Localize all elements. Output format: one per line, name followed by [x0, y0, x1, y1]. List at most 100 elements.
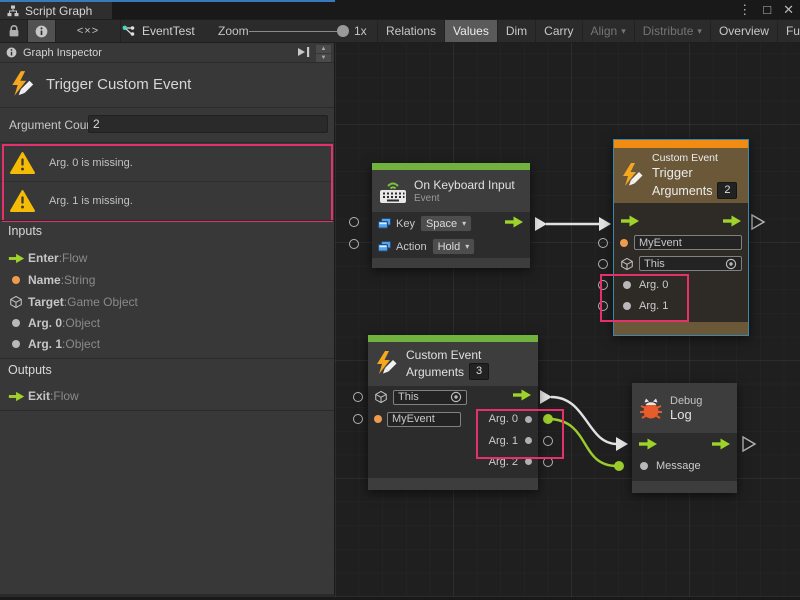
zoom-slider-track[interactable]	[249, 31, 339, 32]
distribute-dropdown[interactable]: Distribute▾	[635, 20, 711, 42]
object-port-icon[interactable]	[623, 281, 631, 289]
object-port-icon[interactable]	[525, 458, 532, 465]
graph-inspector-panel: Graph Inspector ▲ ▼ Trigger Custom Event…	[0, 43, 335, 597]
keyboard-icon	[378, 178, 408, 204]
object-port-icon[interactable]	[525, 416, 532, 423]
custom-event-icon	[9, 70, 37, 100]
zoom-label: Zoom	[218, 20, 249, 42]
graph-breadcrumb[interactable]: EventTest	[122, 20, 195, 42]
object-port-icon[interactable]	[525, 437, 532, 444]
action-dropdown[interactable]: Hold▾	[432, 238, 476, 255]
flow-output-triangle[interactable]	[743, 437, 755, 451]
port-circle[interactable]	[598, 301, 608, 311]
flow-output-arrow[interactable]	[722, 215, 742, 227]
gameobject-port-icon[interactable]	[620, 257, 634, 271]
fullscreen-button[interactable]: Full Screen	[778, 20, 800, 42]
port-circle[interactable]	[598, 238, 608, 248]
toolbar-left-group: <×>	[0, 20, 121, 42]
lock-button[interactable]	[0, 20, 28, 42]
node-category: Custom Event	[406, 348, 489, 362]
window-controls: ⋮ □ ✕	[738, 1, 794, 18]
io-row-arg1: Arg. 1 : Object	[0, 334, 334, 354]
wire-arg0-to-message	[543, 414, 624, 471]
argument-count-label: Argument Count	[9, 118, 96, 132]
carry-button[interactable]: Carry	[536, 20, 582, 42]
key-label: Key	[396, 218, 415, 230]
node-title: Trigger	[652, 165, 737, 180]
flow-output-arrow[interactable]	[711, 438, 731, 450]
port-circle[interactable]	[349, 239, 359, 249]
node-footer	[372, 258, 530, 268]
event-name-field[interactable]: MyEvent	[387, 412, 461, 427]
bug-icon	[638, 396, 664, 420]
event-name-field[interactable]: MyEvent	[634, 235, 742, 250]
port-circle[interactable]	[598, 259, 608, 269]
inspector-header: Graph Inspector ▲ ▼	[0, 43, 334, 63]
flow-input-arrow[interactable]	[638, 438, 658, 450]
custom-event-icon	[374, 350, 400, 378]
port-circle[interactable]	[543, 436, 553, 446]
relations-button[interactable]: Relations	[378, 20, 445, 42]
graph-asset-icon	[122, 25, 136, 37]
tab-label: Script Graph	[25, 4, 92, 18]
tab-script-graph[interactable]: Script Graph	[0, 2, 112, 19]
selected-color-bar	[614, 140, 748, 148]
align-dropdown[interactable]: Align▾	[583, 20, 635, 42]
flow-input-arrow[interactable]	[620, 215, 640, 227]
target-field[interactable]: This	[639, 256, 742, 271]
node-custom-event[interactable]: Custom Event Arguments 3 This MyEvent	[368, 335, 538, 490]
io-row-exit: Exit : Flow	[0, 386, 334, 406]
zoom-slider-handle[interactable]	[337, 25, 349, 37]
inspector-toggle-button[interactable]	[28, 20, 56, 42]
arguments-count-box[interactable]: 3	[469, 363, 489, 380]
wire-keyboard-to-trigger	[535, 217, 611, 231]
outputs-heading: Outputs	[8, 363, 52, 377]
gameobject-port-icon	[9, 295, 23, 309]
values-button[interactable]: Values	[445, 20, 498, 42]
node-title: On Keyboard Input	[414, 178, 515, 192]
port-circle[interactable]	[353, 414, 363, 424]
node-footer	[368, 478, 538, 490]
warning-row: Arg. 0 is missing.	[0, 145, 334, 182]
object-picker-icon[interactable]	[725, 258, 737, 270]
node-on-keyboard-input[interactable]: On Keyboard Input Event Key Space▾	[372, 163, 530, 268]
port-circle[interactable]	[543, 457, 553, 467]
key-dropdown[interactable]: Space▾	[420, 215, 472, 232]
inspectable-icon	[378, 241, 391, 252]
preview-code-button[interactable]: <×>	[56, 20, 121, 42]
spinner-up-button[interactable]: ▲	[316, 45, 331, 53]
maximize-icon[interactable]: □	[763, 1, 771, 18]
node-trigger-custom-event[interactable]: Custom Event Trigger Arguments 2 MyEvent	[613, 139, 749, 336]
chevron-down-icon: ▾	[621, 26, 626, 37]
port-circle[interactable]	[598, 280, 608, 290]
flow-output-arrow[interactable]	[504, 216, 524, 228]
overview-button[interactable]: Overview	[711, 20, 778, 42]
close-icon[interactable]: ✕	[783, 1, 794, 18]
dim-button[interactable]: Dim	[498, 20, 536, 42]
flow-output-arrow[interactable]	[512, 389, 532, 401]
flow-output-triangle[interactable]	[752, 215, 764, 229]
inspector-title: Graph Inspector	[23, 47, 102, 59]
string-port-icon[interactable]	[620, 239, 628, 247]
target-field[interactable]: This	[393, 390, 467, 405]
arguments-label: Arguments	[652, 184, 712, 198]
divider	[0, 410, 334, 411]
port-circle[interactable]	[349, 217, 359, 227]
node-footer	[614, 322, 748, 335]
argument-count-input[interactable]	[88, 115, 328, 133]
object-port-icon[interactable]	[623, 302, 631, 310]
object-port-icon[interactable]	[640, 462, 648, 470]
spinner-down-button[interactable]: ▼	[316, 54, 331, 62]
string-port-icon[interactable]	[374, 415, 382, 423]
arg-label: Arg. 1	[489, 435, 518, 447]
dock-panel-icon[interactable]	[297, 46, 312, 58]
object-port-icon	[12, 340, 20, 348]
arguments-count-box[interactable]: 2	[717, 182, 737, 199]
graph-canvas[interactable]: On Keyboard Input Event Key Space▾	[335, 43, 800, 597]
io-row-enter: Enter : Flow	[0, 248, 334, 268]
window-menu-icon[interactable]: ⋮	[738, 1, 751, 18]
node-debug-log[interactable]: Debug Log Message	[632, 383, 737, 493]
object-picker-icon[interactable]	[450, 391, 462, 403]
gameobject-port-icon[interactable]	[374, 390, 388, 404]
port-circle[interactable]	[353, 392, 363, 402]
